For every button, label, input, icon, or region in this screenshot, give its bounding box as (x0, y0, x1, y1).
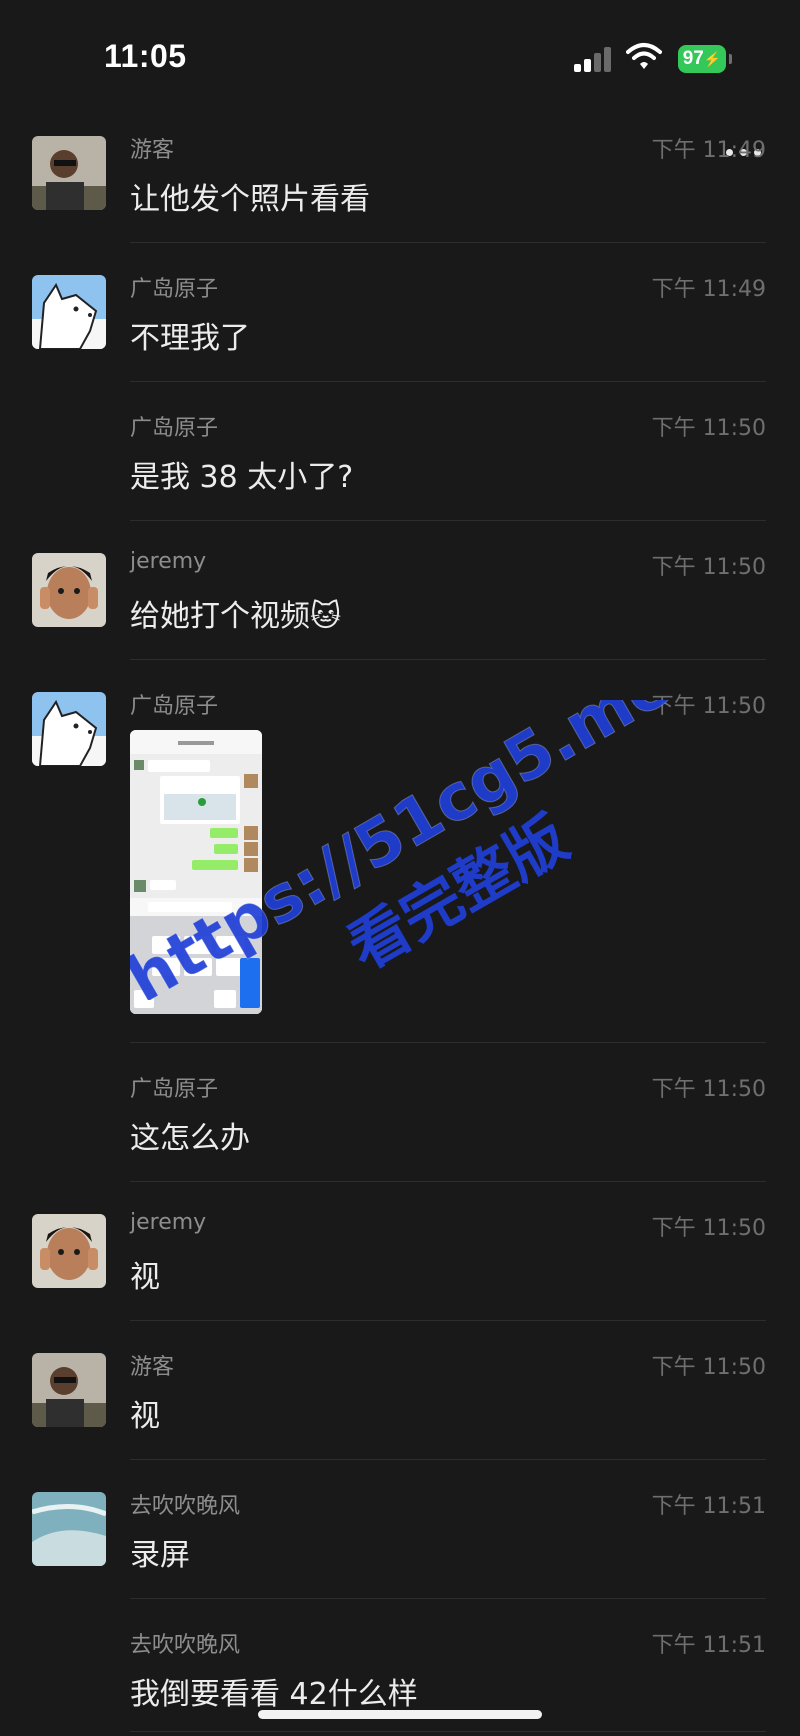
message-time: 下午 11:49 (651, 138, 766, 163)
divider (130, 1181, 766, 1182)
sender-name: 去吹吹晚风 (130, 1494, 241, 1519)
divider (130, 242, 766, 243)
battery-icon: 97⚡ (678, 45, 726, 73)
sender-name: 广岛原子 (130, 1077, 219, 1102)
divider (130, 1598, 766, 1599)
message-text: 视 (130, 1399, 160, 1434)
divider (130, 1320, 766, 1321)
message-text: 是我 38 太小了? (130, 460, 354, 495)
avatar[interactable] (32, 692, 106, 766)
message-text: 让他发个照片看看 (130, 182, 370, 217)
avatar[interactable] (32, 553, 106, 627)
message-text: 这怎么办 (130, 1121, 250, 1156)
divider (130, 659, 766, 660)
message-text: 视 (130, 1260, 160, 1295)
avatar[interactable] (32, 136, 106, 210)
message-text: 我倒要看看 42什么样 (130, 1677, 418, 1712)
message-text: 给她打个视频🐱 (130, 591, 341, 635)
sender-name: 广岛原子 (130, 694, 219, 719)
message-time: 下午 11:50 (651, 694, 766, 719)
avatar[interactable] (32, 1492, 106, 1566)
message-time: 下午 11:50 (651, 1077, 766, 1102)
sender-name: jeremy (130, 1210, 207, 1235)
message-text: 不理我了 (130, 321, 250, 356)
status-bar: 11:05 97⚡ (0, 0, 800, 110)
sender-name: 广岛原子 (130, 416, 219, 441)
watermark-caption: 看完整版 (337, 803, 580, 984)
sender-name: 游客 (130, 1355, 175, 1380)
divider (130, 381, 766, 382)
sender-name: 去吹吹晚风 (130, 1633, 241, 1658)
sender-name: 游客 (130, 138, 175, 163)
divider (130, 1042, 766, 1043)
message-text-body: 给她打个视频 (130, 599, 310, 634)
divider (130, 1731, 766, 1732)
avatar[interactable] (32, 1214, 106, 1288)
home-indicator[interactable] (258, 1710, 542, 1719)
battery-nub (729, 54, 732, 64)
divider (130, 520, 766, 521)
avatar[interactable] (32, 1353, 106, 1427)
avatar[interactable] (32, 275, 106, 349)
divider (130, 1459, 766, 1460)
message-time: 下午 11:50 (651, 416, 766, 441)
sender-name: jeremy (130, 549, 207, 574)
message-time: 下午 11:50 (651, 555, 766, 580)
message-time: 下午 11:51 (651, 1633, 766, 1658)
cat-emoji-icon: 🐱 (310, 599, 342, 634)
battery-level: 97 (682, 48, 704, 69)
message-time: 下午 11:50 (651, 1216, 766, 1241)
sender-name: 广岛原子 (130, 277, 219, 302)
cellular-signal-icon (574, 46, 614, 72)
status-time: 11:05 (104, 38, 187, 74)
wifi-icon (626, 43, 662, 69)
message-time: 下午 11:50 (651, 1355, 766, 1380)
message-time: 下午 11:51 (651, 1494, 766, 1519)
message-time: 下午 11:49 (651, 277, 766, 302)
message-text: 录屏 (130, 1538, 190, 1573)
image-attachment[interactable] (130, 730, 262, 1014)
